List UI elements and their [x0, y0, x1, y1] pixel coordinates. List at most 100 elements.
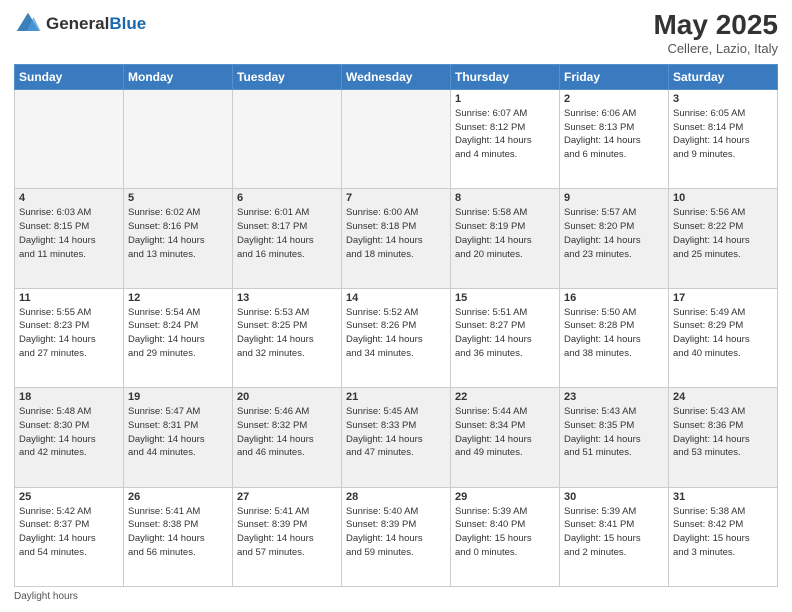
logo: GeneralBlue	[14, 10, 146, 38]
day-info: Sunrise: 6:01 AM Sunset: 8:17 PM Dayligh…	[237, 206, 337, 261]
day-number: 12	[128, 292, 228, 304]
day-info: Sunrise: 5:55 AM Sunset: 8:23 PM Dayligh…	[19, 306, 119, 361]
day-number: 27	[237, 491, 337, 503]
day-info: Sunrise: 5:41 AM Sunset: 8:38 PM Dayligh…	[128, 505, 228, 560]
table-row: 13Sunrise: 5:53 AM Sunset: 8:25 PM Dayli…	[233, 288, 342, 387]
day-number: 10	[673, 192, 773, 204]
col-monday: Monday	[124, 64, 233, 89]
table-row: 30 Sunrise: 5:39 AM Sunset: 8:41 PM Dayli…	[560, 487, 669, 586]
day-number: 9	[564, 192, 664, 204]
logo-icon	[14, 10, 42, 38]
day-info: Sunrise: 6:02 AM Sunset: 8:16 PM Dayligh…	[128, 206, 228, 261]
day-number: 20	[237, 391, 337, 403]
table-row: 21 Sunrise: 5:45 AM Sunset: 8:33 PM Dayli…	[342, 388, 451, 487]
col-wednesday: Wednesday	[342, 64, 451, 89]
day-info: Sunrise: 5:42 AM Sunset: 8:37 PM Dayligh…	[19, 505, 119, 560]
day-number: 16	[564, 292, 664, 304]
day-number: 22	[455, 391, 555, 403]
logo-blue-text: Blue	[109, 14, 146, 33]
table-row	[124, 89, 233, 188]
calendar-table: Sunday Monday Tuesday Wednesday Thursday…	[14, 64, 778, 587]
table-row: 23 Sunrise: 5:43 AM Sunset: 8:35 PM Dayli…	[560, 388, 669, 487]
day-number: 30	[564, 491, 664, 503]
title-area: May 2025 Cellere, Lazio, Italy	[653, 10, 778, 56]
day-number: 8	[455, 192, 555, 204]
table-row: 2Sunrise: 6:06 AM Sunset: 8:13 PM Daylig…	[560, 89, 669, 188]
table-row: 10 Sunrise: 5:56 AM Sunset: 8:22 PM Dayli…	[669, 189, 778, 288]
table-row: 25 Sunrise: 5:42 AM Sunset: 8:37 PM Dayli…	[15, 487, 124, 586]
col-friday: Friday	[560, 64, 669, 89]
table-row: 24Sunrise: 5:43 AM Sunset: 8:36 PM Dayli…	[669, 388, 778, 487]
day-number: 4	[19, 192, 119, 204]
day-number: 23	[564, 391, 664, 403]
table-row: 15 Sunrise: 5:51 AM Sunset: 8:27 PM Dayli…	[451, 288, 560, 387]
day-info: Sunrise: 6:07 AM Sunset: 8:12 PM Dayligh…	[455, 107, 555, 162]
day-number: 3	[673, 93, 773, 105]
day-number: 7	[346, 192, 446, 204]
day-number: 26	[128, 491, 228, 503]
table-row: 6Sunrise: 6:01 AM Sunset: 8:17 PM Daylig…	[233, 189, 342, 288]
table-row: 27 Sunrise: 5:41 AM Sunset: 8:39 PM Dayli…	[233, 487, 342, 586]
day-number: 29	[455, 491, 555, 503]
location: Cellere, Lazio, Italy	[653, 41, 778, 56]
day-number: 28	[346, 491, 446, 503]
table-row: 19Sunrise: 5:47 AM Sunset: 8:31 PM Dayli…	[124, 388, 233, 487]
calendar-week-row: 1 Sunrise: 6:07 AM Sunset: 8:12 PM Daylig…	[15, 89, 778, 188]
day-number: 25	[19, 491, 119, 503]
day-number: 11	[19, 292, 119, 304]
table-row: 26 Sunrise: 5:41 AM Sunset: 8:38 PM Dayli…	[124, 487, 233, 586]
day-info: Sunrise: 5:57 AM Sunset: 8:20 PM Dayligh…	[564, 206, 664, 261]
table-row: 20Sunrise: 5:46 AM Sunset: 8:32 PM Dayli…	[233, 388, 342, 487]
table-row: 29 Sunrise: 5:39 AM Sunset: 8:40 PM Dayli…	[451, 487, 560, 586]
table-row: 9 Sunrise: 5:57 AM Sunset: 8:20 PM Daylig…	[560, 189, 669, 288]
col-thursday: Thursday	[451, 64, 560, 89]
day-number: 5	[128, 192, 228, 204]
day-info: Sunrise: 6:00 AM Sunset: 8:18 PM Dayligh…	[346, 206, 446, 261]
table-row: 16 Sunrise: 5:50 AM Sunset: 8:28 PM Dayli…	[560, 288, 669, 387]
logo-general-text: General	[46, 14, 109, 33]
day-info: Sunrise: 5:49 AM Sunset: 8:29 PM Dayligh…	[673, 306, 773, 361]
day-info: Sunrise: 5:43 AM Sunset: 8:35 PM Dayligh…	[564, 405, 664, 460]
day-number: 15	[455, 292, 555, 304]
table-row: 18 Sunrise: 5:48 AM Sunset: 8:30 PM Dayli…	[15, 388, 124, 487]
day-info: Sunrise: 5:45 AM Sunset: 8:33 PM Dayligh…	[346, 405, 446, 460]
day-info: Sunrise: 5:54 AM Sunset: 8:24 PM Dayligh…	[128, 306, 228, 361]
day-info: Sunrise: 5:40 AM Sunset: 8:39 PM Dayligh…	[346, 505, 446, 560]
day-number: 18	[19, 391, 119, 403]
table-row: 7 Sunrise: 6:00 AM Sunset: 8:18 PM Daylig…	[342, 189, 451, 288]
day-info: Sunrise: 5:47 AM Sunset: 8:31 PM Dayligh…	[128, 405, 228, 460]
day-info: Sunrise: 5:39 AM Sunset: 8:40 PM Dayligh…	[455, 505, 555, 560]
day-info: Sunrise: 5:50 AM Sunset: 8:28 PM Dayligh…	[564, 306, 664, 361]
month-title: May 2025	[653, 10, 778, 41]
day-info: Sunrise: 5:53 AM Sunset: 8:25 PM Dayligh…	[237, 306, 337, 361]
calendar-week-row: 4 Sunrise: 6:03 AM Sunset: 8:15 PM Daylig…	[15, 189, 778, 288]
table-row: 5 Sunrise: 6:02 AM Sunset: 8:16 PM Daylig…	[124, 189, 233, 288]
calendar-week-row: 11 Sunrise: 5:55 AM Sunset: 8:23 PM Dayli…	[15, 288, 778, 387]
calendar-header-row: Sunday Monday Tuesday Wednesday Thursday…	[15, 64, 778, 89]
day-info: Sunrise: 5:52 AM Sunset: 8:26 PM Dayligh…	[346, 306, 446, 361]
page-header: GeneralBlue May 2025 Cellere, Lazio, Ita…	[14, 10, 778, 56]
table-row: 28 Sunrise: 5:40 AM Sunset: 8:39 PM Dayli…	[342, 487, 451, 586]
day-info: Sunrise: 5:56 AM Sunset: 8:22 PM Dayligh…	[673, 206, 773, 261]
day-info: Sunrise: 6:03 AM Sunset: 8:15 PM Dayligh…	[19, 206, 119, 261]
day-info: Sunrise: 5:41 AM Sunset: 8:39 PM Dayligh…	[237, 505, 337, 560]
calendar-week-row: 25 Sunrise: 5:42 AM Sunset: 8:37 PM Dayli…	[15, 487, 778, 586]
day-number: 2	[564, 93, 664, 105]
day-info: Sunrise: 5:51 AM Sunset: 8:27 PM Dayligh…	[455, 306, 555, 361]
table-row: 12 Sunrise: 5:54 AM Sunset: 8:24 PM Dayli…	[124, 288, 233, 387]
col-saturday: Saturday	[669, 64, 778, 89]
table-row: 8 Sunrise: 5:58 AM Sunset: 8:19 PM Daylig…	[451, 189, 560, 288]
day-number: 1	[455, 93, 555, 105]
day-number: 14	[346, 292, 446, 304]
table-row: 1 Sunrise: 6:07 AM Sunset: 8:12 PM Daylig…	[451, 89, 560, 188]
day-info: Sunrise: 5:48 AM Sunset: 8:30 PM Dayligh…	[19, 405, 119, 460]
table-row	[233, 89, 342, 188]
day-info: Sunrise: 5:44 AM Sunset: 8:34 PM Dayligh…	[455, 405, 555, 460]
day-number: 24	[673, 391, 773, 403]
col-sunday: Sunday	[15, 64, 124, 89]
table-row	[342, 89, 451, 188]
day-info: Sunrise: 5:39 AM Sunset: 8:41 PM Dayligh…	[564, 505, 664, 560]
day-info: Sunrise: 5:58 AM Sunset: 8:19 PM Dayligh…	[455, 206, 555, 261]
day-info: Sunrise: 5:38 AM Sunset: 8:42 PM Dayligh…	[673, 505, 773, 560]
day-number: 21	[346, 391, 446, 403]
